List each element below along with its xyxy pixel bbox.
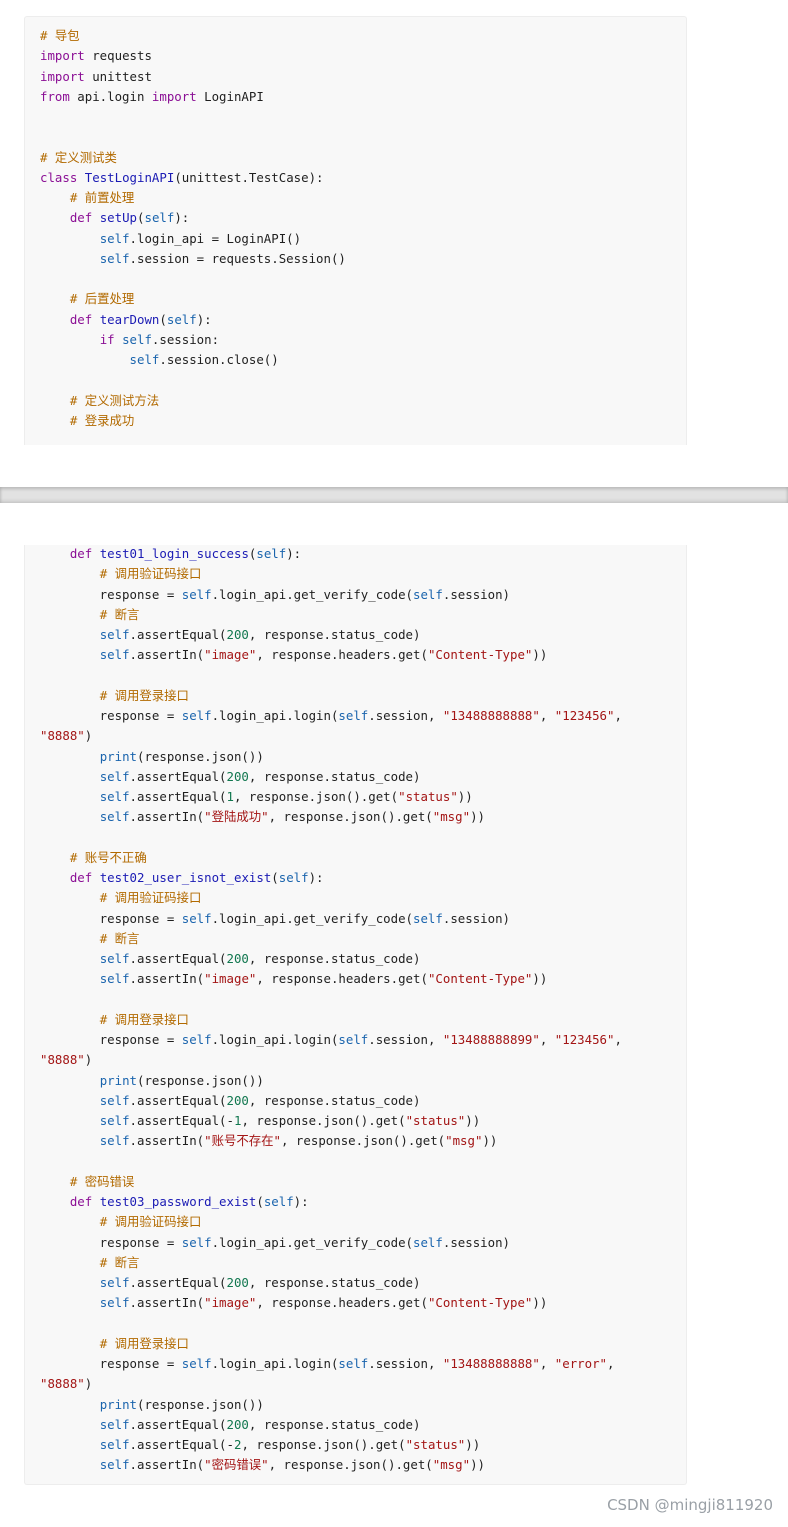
code-text-bottom: def test01_login_success(self): # 调用验证码接… [40, 544, 686, 1476]
code-line: self.assertEqual(1, response.json().get(… [99, 789, 473, 804]
code-line: def test02_user_isnot_exist(self): [69, 870, 324, 885]
code-line: "8888") [40, 1052, 93, 1068]
code-line: self.assertIn("登陆成功", response.json().ge… [99, 809, 485, 825]
code-line: # 调用登录接口 [99, 1335, 189, 1351]
code-line: import requests [40, 48, 152, 64]
code-line: self.session = requests.Session() [99, 250, 346, 266]
code-line: response = self.login_api.login(self.ses… [40, 1356, 615, 1371]
code-line: if self.session: [99, 331, 220, 347]
code-line: response = self.login_api.login(self.ses… [40, 1032, 622, 1047]
code-line: import unittest [40, 68, 152, 84]
code-line: # 调用登录接口 [99, 1011, 189, 1027]
code-line: class TestLoginAPI(unittest.TestCase): [40, 169, 324, 185]
code-line: self.assertEqual(200, response.status_co… [99, 768, 421, 784]
code-line: # 定义测试方法 [69, 392, 160, 408]
code-line: self.assertEqual(200, response.status_co… [99, 1275, 421, 1290]
code-line: # 断言 [99, 930, 140, 946]
code-line: self.assertEqual(-1, response.json().get… [99, 1113, 481, 1128]
code-line: # 调用验证码接口 [99, 890, 202, 906]
code-line: # 调用验证码接口 [99, 1214, 202, 1230]
code-block-top: # 导包 import requests import unittest fro… [24, 16, 687, 445]
code-line: # 账号不正确 [69, 849, 147, 865]
code-line: self.assertEqual(200, response.status_co… [99, 1092, 421, 1108]
code-line: print(response.json()) [99, 748, 264, 764]
code-line: self.session.close() [129, 352, 279, 367]
code-line: print(response.json()) [99, 1072, 264, 1088]
code-line: # 调用登录接口 [99, 687, 189, 703]
code-line: def test01_login_success(self): [69, 546, 302, 561]
code-line: "8888") [40, 728, 93, 744]
page-separator [0, 487, 788, 503]
code-line: self.login_api = LoginAPI() [99, 230, 302, 246]
code-line: def tearDown(self): [69, 311, 212, 327]
code-line: self.assertEqual(-2, response.json().get… [99, 1437, 481, 1452]
code-line: self.assertEqual(200, response.status_co… [99, 627, 421, 642]
code-line: def setUp(self): [69, 210, 190, 226]
code-line: response = self.login_api.get_verify_cod… [40, 910, 510, 926]
code-line: response = self.login_api.get_verify_cod… [40, 586, 510, 602]
code-line: self.assertEqual(200, response.status_co… [99, 1416, 421, 1432]
code-line: self.assertIn("image", response.headers.… [99, 971, 548, 987]
code-line: # 登录成功 [69, 412, 135, 428]
code-line: self.assertIn("账号不存在", response.json().g… [99, 1133, 498, 1149]
code-block-bottom: def test01_login_success(self): # 调用验证码接… [24, 545, 687, 1485]
code-line: def test03_password_exist(self): [69, 1194, 309, 1209]
csdn-watermark: CSDN @mingji811920 [607, 1496, 773, 1514]
code-line: print(response.json()) [99, 1396, 264, 1412]
code-line: self.assertIn("密码错误", response.json().ge… [99, 1457, 485, 1473]
code-line: response = self.login_api.login(self.ses… [40, 708, 622, 723]
code-line: "8888") [40, 1376, 93, 1392]
code-line: response = self.login_api.get_verify_cod… [40, 1234, 510, 1250]
code-line: self.assertEqual(200, response.status_co… [99, 951, 421, 966]
code-line: # 定义测试类 [40, 149, 117, 165]
code-line: self.assertIn("image", response.headers.… [99, 647, 548, 663]
code-text-top: # 导包 import requests import unittest fro… [40, 26, 686, 431]
code-line: # 密码错误 [69, 1173, 135, 1189]
code-line: # 前置处理 [69, 190, 135, 205]
code-line: # 断言 [99, 606, 140, 622]
code-line: # 断言 [99, 1254, 140, 1270]
code-line: # 调用验证码接口 [99, 566, 202, 582]
code-line: self.assertIn("image", response.headers.… [99, 1295, 548, 1311]
code-line: from api.login import LoginAPI [40, 88, 264, 104]
code-line: # 后置处理 [69, 291, 135, 307]
code-line: # 导包 [40, 28, 80, 43]
